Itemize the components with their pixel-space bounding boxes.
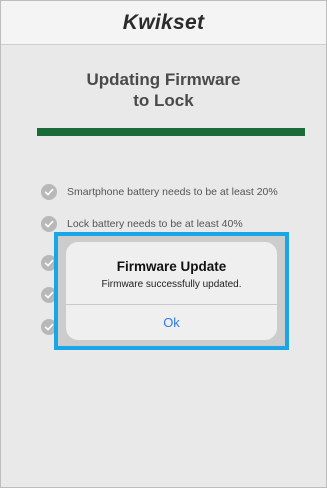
app-screen: Kwikset Updating Firmware to Lock Smartp… xyxy=(0,0,327,488)
app-header: Kwikset xyxy=(1,1,326,45)
alert-message: Firmware successfully updated. xyxy=(101,279,242,290)
page-title-line-2: to Lock xyxy=(133,91,194,110)
page-title: Updating Firmware to Lock xyxy=(1,69,326,111)
checklist-item: Lock battery needs to be at least 40% xyxy=(41,215,278,233)
firmware-progress-bar xyxy=(37,128,305,136)
checklist-item: Smartphone battery needs to be at least … xyxy=(41,183,278,201)
alert-title: Firmware Update xyxy=(116,259,227,274)
firmware-update-alert: Firmware Update Firmware successfully up… xyxy=(66,242,277,340)
checkmark-circle-icon xyxy=(41,184,57,200)
checklist-item-label: Smartphone battery needs to be at least … xyxy=(67,186,278,198)
ok-button[interactable]: Ok xyxy=(66,305,277,340)
page-title-line-1: Updating Firmware xyxy=(86,70,241,89)
kwikset-logo: Kwikset xyxy=(122,10,205,34)
checkmark-circle-icon xyxy=(41,216,57,232)
checklist-item-label: Lock battery needs to be at least 40% xyxy=(67,218,243,230)
progress-bar-fill xyxy=(37,128,305,136)
